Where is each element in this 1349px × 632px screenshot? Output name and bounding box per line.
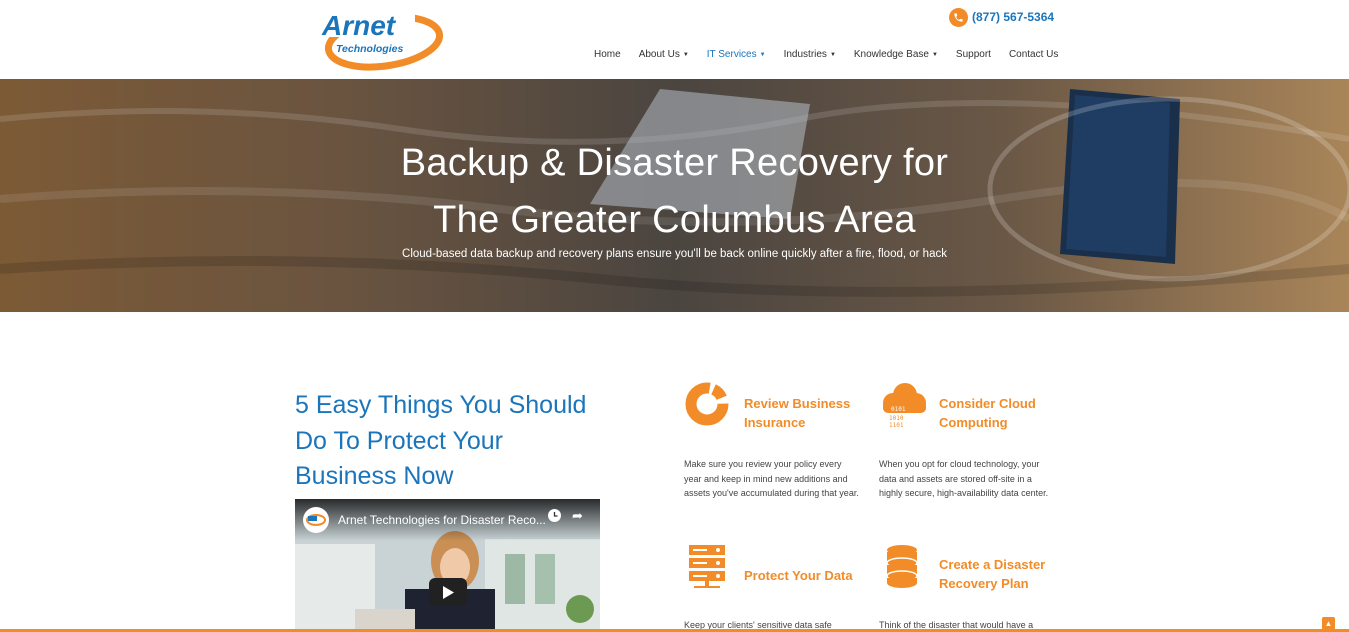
feature-description: When you opt for cloud technology, your … bbox=[879, 459, 1049, 498]
nav-item-home[interactable]: Home bbox=[594, 49, 621, 60]
feature-title: Consider Cloud Computing bbox=[939, 396, 1036, 430]
hero-banner: Backup & Disaster Recovery for The Great… bbox=[0, 79, 1349, 312]
caret-down-icon: ▼ bbox=[759, 51, 766, 58]
nav-item-it-services[interactable]: IT Services ▼ bbox=[707, 49, 766, 60]
feature-title: Create a Disaster Recovery Plan bbox=[939, 557, 1046, 591]
section-heading: 5 Easy Things You Should Do To Protect Y… bbox=[295, 391, 587, 490]
hero-subtitle: Cloud-based data backup and recovery pla… bbox=[402, 248, 947, 260]
chevron-up-icon: ▲ bbox=[1324, 619, 1333, 628]
feature-disaster-recovery-plan: Create a Disaster Recovery Plan Think of… bbox=[879, 543, 1059, 632]
nav-label: Contact Us bbox=[1008, 49, 1059, 60]
server-icon bbox=[684, 543, 730, 589]
feature-title: Protect Your Data bbox=[744, 568, 853, 583]
share-icon[interactable]: ➦ bbox=[572, 508, 583, 524]
feature-title: Review Business Insurance bbox=[744, 396, 851, 430]
caret-down-icon: ▼ bbox=[682, 51, 689, 58]
nav-item-industries[interactable]: Industries ▼ bbox=[784, 49, 836, 60]
feature-description: Make sure you review your policy every y… bbox=[684, 459, 859, 498]
logo-text-main: Arnet bbox=[321, 10, 397, 41]
scroll-to-top-button[interactable]: ▲ bbox=[1322, 617, 1335, 630]
hero-title-line2: The Greater Columbus Area bbox=[433, 199, 916, 241]
video-title[interactable]: Arnet Technologies for Disaster Reco... bbox=[338, 513, 546, 527]
caret-down-icon: ▼ bbox=[829, 51, 836, 58]
caret-down-icon: ▼ bbox=[931, 51, 938, 58]
nav-label: Knowledge Base bbox=[853, 49, 929, 60]
feature-protect-data: Protect Your Data Keep your clients' sen… bbox=[684, 543, 864, 632]
nav-label: Support bbox=[955, 49, 991, 60]
cloud-binary-icon: 0101 1010 1101 bbox=[879, 381, 926, 429]
play-button[interactable] bbox=[429, 578, 467, 606]
nav-item-contact-us[interactable]: Contact Us bbox=[1009, 49, 1058, 60]
nav-item-support[interactable]: Support bbox=[956, 49, 991, 60]
clock-icon[interactable] bbox=[548, 509, 561, 522]
phone-icon bbox=[949, 7, 968, 27]
feature-cloud-computing: 0101 1010 1101 Consider Cloud Computing … bbox=[879, 381, 1059, 521]
video-player[interactable]: Arnet Technologies for Disaster Reco... … bbox=[295, 499, 600, 632]
donut-chart-icon bbox=[684, 381, 730, 427]
svg-text:0101: 0101 bbox=[891, 406, 906, 413]
arnet-logo[interactable]: Arnet Technologies bbox=[320, 8, 445, 72]
logo-text-sub: Technologies bbox=[336, 43, 403, 55]
nav-label: About Us bbox=[638, 49, 680, 60]
svg-text:1010: 1010 bbox=[889, 415, 904, 422]
database-icon bbox=[879, 543, 925, 589]
svg-text:1101: 1101 bbox=[889, 422, 904, 429]
nav-label: Home bbox=[594, 49, 621, 60]
play-icon bbox=[443, 585, 454, 599]
nav-item-knowledge-base[interactable]: Knowledge Base ▼ bbox=[854, 49, 938, 60]
hero-title-line1: Backup & Disaster Recovery for bbox=[400, 142, 949, 184]
channel-avatar-icon[interactable] bbox=[303, 507, 329, 533]
site-header: Arnet Technologies (877) 567-5364 Home A… bbox=[0, 0, 1349, 79]
main-nav: Home About Us ▼ IT Services ▼ Industries ▼ … bbox=[594, 49, 1058, 60]
feature-review-insurance: Review Business Insurance Make sure you … bbox=[684, 381, 864, 521]
phone-link[interactable]: (877) 567-5364 bbox=[949, 7, 1054, 27]
hero-title: Backup & Disaster Recovery for The Great… bbox=[0, 135, 1349, 249]
nav-label: IT Services bbox=[706, 49, 757, 60]
nav-label: Industries bbox=[783, 49, 827, 60]
phone-number: (877) 567-5364 bbox=[972, 10, 1055, 24]
nav-item-about-us[interactable]: About Us ▼ bbox=[639, 49, 689, 60]
